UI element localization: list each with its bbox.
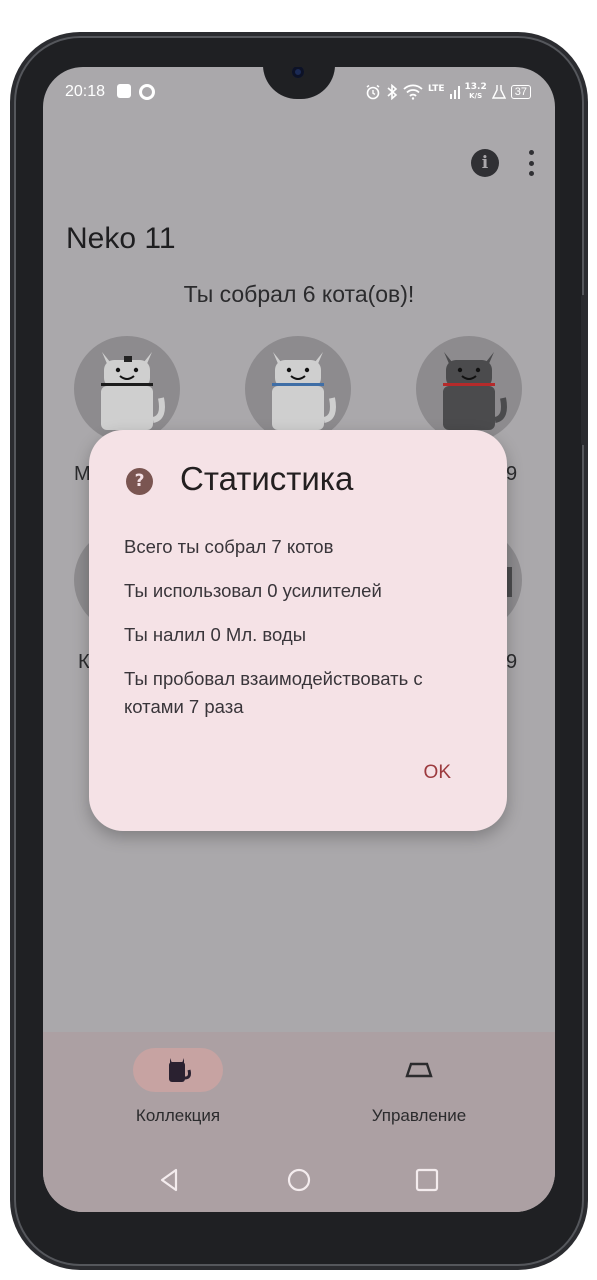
ok-button[interactable]: OK — [424, 762, 451, 784]
stat-interactions: Ты пробовал взаимодействовать с котами 7… — [124, 668, 423, 717]
statistics-dialog: ? Статистика Всего ты собрал 7 котов Ты … — [89, 430, 507, 831]
back-icon[interactable] — [149, 1160, 189, 1200]
nav-indicator — [133, 1048, 223, 1092]
stat-boosters-used: Ты использовал 0 усилителей — [124, 580, 382, 601]
dialog-title: Статистика — [180, 460, 354, 497]
nav-label-collection: Коллекция — [135, 1106, 221, 1125]
stat-water-poured: Ты налил 0 Мл. воды — [124, 624, 307, 645]
help-icon: ? — [126, 468, 153, 495]
nav-item-collection[interactable]: Коллекция — [78, 1048, 278, 1126]
home-icon[interactable] — [279, 1160, 319, 1200]
volume-button — [581, 295, 587, 445]
food-bowl-icon — [405, 1062, 433, 1078]
stat-total-cats: Всего ты собрал 7 котов — [124, 536, 334, 557]
screen: 20:18 LTE 13.2 K/S 37 i Neko 11 Ты собра… — [43, 67, 555, 1212]
cat-icon — [169, 1058, 191, 1082]
system-navigation-bar — [43, 1160, 555, 1200]
dialog-body: Всего ты собрал 7 котов Ты использовал 0… — [124, 533, 484, 737]
bottom-navigation: Коллекция Управление — [43, 1032, 555, 1212]
recents-icon[interactable] — [407, 1160, 447, 1200]
nav-item-management[interactable]: Управление — [319, 1048, 519, 1126]
nav-label-management: Управление — [371, 1106, 467, 1125]
nav-indicator-empty — [374, 1048, 464, 1092]
